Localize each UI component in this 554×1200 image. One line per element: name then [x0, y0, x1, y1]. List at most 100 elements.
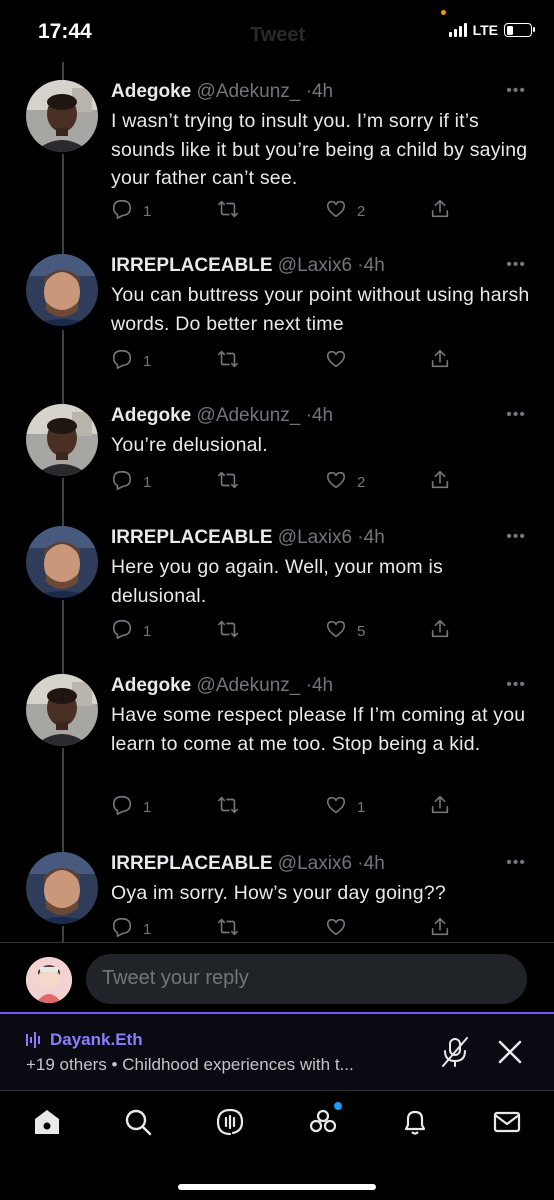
retweet-icon: [217, 198, 239, 224]
share-button[interactable]: [429, 618, 451, 644]
my-avatar[interactable]: [26, 957, 72, 1003]
tweet-time: 4h: [363, 853, 385, 874]
tweet-actions: 1 1: [111, 794, 455, 818]
footballer-avatar[interactable]: [26, 254, 98, 326]
communities-icon[interactable]: [308, 1102, 342, 1137]
share-icon: [429, 794, 451, 820]
reply-button[interactable]: 1: [111, 198, 151, 224]
like-button[interactable]: 2: [325, 198, 365, 224]
share-button[interactable]: [429, 794, 451, 820]
reply-count: 1: [143, 352, 152, 370]
retweet-button[interactable]: [217, 618, 249, 644]
reply-count: 1: [143, 920, 152, 938]
tweet-time: 4h: [311, 675, 334, 696]
retweet-button[interactable]: [217, 469, 249, 495]
like-button[interactable]: [325, 348, 357, 374]
like-count: 1: [357, 798, 366, 816]
like-button[interactable]: 5: [325, 618, 365, 644]
bottom-tab-bar: [0, 1090, 554, 1200]
reply-button[interactable]: 1: [111, 618, 151, 644]
author-name[interactable]: Adegoke: [111, 405, 191, 426]
messages-icon[interactable]: [492, 1107, 522, 1137]
retweet-button[interactable]: [217, 794, 249, 820]
share-icon: [429, 916, 451, 942]
heart-icon: [325, 794, 347, 820]
author-name[interactable]: IRREPLACEABLE: [111, 527, 273, 548]
reply-input[interactable]: Tweet your reply: [86, 954, 527, 1004]
mic-off-icon[interactable]: [440, 1036, 470, 1073]
thread-line: [62, 600, 64, 674]
heart-icon: [325, 916, 347, 942]
tweet-actions: 1 5: [111, 618, 455, 642]
reply-icon: [111, 469, 133, 495]
reply-count: 1: [143, 622, 152, 640]
reply-icon: [111, 348, 133, 374]
author-handle[interactable]: @Laxix6: [278, 853, 352, 874]
tweet-text: Oya im sorry. How’s your day going??: [111, 882, 446, 904]
author-handle[interactable]: @Adekunz_: [197, 81, 301, 102]
author-name[interactable]: Adegoke: [111, 81, 191, 102]
retweet-button[interactable]: [217, 916, 249, 942]
author-name[interactable]: IRREPLACEABLE: [111, 853, 273, 874]
thread-line: [62, 478, 64, 526]
cellular-signal-icon: [448, 23, 467, 37]
like-button[interactable]: 1: [325, 794, 365, 820]
reply-button[interactable]: 1: [111, 469, 151, 495]
reply-button[interactable]: 1: [111, 348, 151, 374]
reply-icon: [111, 794, 133, 820]
notifications-icon[interactable]: [400, 1107, 430, 1137]
status-indicators: LTE: [448, 22, 535, 38]
thread-line: [62, 62, 64, 80]
man-avatar[interactable]: [26, 80, 98, 152]
tweet-actions: 1 2: [111, 469, 455, 493]
share-button[interactable]: [429, 469, 451, 495]
close-icon[interactable]: [496, 1038, 524, 1071]
tweet-header: IRREPLACEABLE @Laxix6 ·4h: [111, 526, 534, 550]
thread-line: [62, 154, 64, 254]
author-handle[interactable]: @Laxix6: [278, 527, 352, 548]
reply-count: 1: [143, 473, 152, 491]
author-name[interactable]: Adegoke: [111, 675, 191, 696]
retweet-button[interactable]: [217, 198, 249, 224]
tweet-text: Here you go again. Well, your mom is del…: [111, 556, 443, 607]
man-avatar[interactable]: [26, 674, 98, 746]
tweet-time: 4h: [363, 527, 385, 548]
author-handle[interactable]: @Laxix6: [278, 255, 352, 276]
retweet-button[interactable]: [217, 348, 249, 374]
header-title-ghost: Tweet: [250, 24, 306, 46]
share-icon: [429, 348, 451, 374]
search-icon[interactable]: [123, 1107, 153, 1137]
like-button[interactable]: 2: [325, 469, 365, 495]
space-host[interactable]: Dayank.Eth: [26, 1030, 143, 1050]
share-button[interactable]: [429, 916, 451, 942]
man-avatar[interactable]: [26, 404, 98, 476]
footballer-avatar[interactable]: [26, 852, 98, 924]
share-button[interactable]: [429, 198, 451, 224]
live-space-bar[interactable]: Dayank.Eth +19 others • Childhood experi…: [0, 1012, 554, 1090]
network-type: LTE: [472, 22, 498, 38]
footballer-avatar[interactable]: [26, 526, 98, 598]
tweet-text: Have some respect please If I’m coming a…: [111, 704, 526, 755]
reply-composer: Tweet your reply: [0, 942, 554, 1014]
tweet-header: Adegoke @Adekunz_ ·4h: [111, 404, 534, 428]
home-icon[interactable]: [32, 1107, 62, 1137]
tweet-actions: 1: [111, 348, 455, 372]
thread-line: [62, 926, 64, 942]
thread-line: [62, 748, 64, 852]
retweet-icon: [217, 916, 239, 942]
spaces-icon[interactable]: [215, 1107, 245, 1137]
share-button[interactable]: [429, 348, 451, 374]
reply-button[interactable]: 1: [111, 916, 151, 942]
heart-icon: [325, 348, 347, 374]
battery-icon: [504, 23, 535, 37]
thread-line: [62, 330, 64, 404]
tweet-text: You can buttress your point without usin…: [111, 284, 530, 335]
reply-button[interactable]: 1: [111, 794, 151, 820]
author-name[interactable]: IRREPLACEABLE: [111, 255, 273, 276]
like-button[interactable]: [325, 916, 357, 942]
reply-count: 1: [143, 798, 152, 816]
author-handle[interactable]: @Adekunz_: [197, 675, 301, 696]
author-handle[interactable]: @Adekunz_: [197, 405, 301, 426]
tweet-actions: 1: [111, 916, 455, 940]
tweet-header: Adegoke @Adekunz_ ·4h: [111, 674, 534, 698]
